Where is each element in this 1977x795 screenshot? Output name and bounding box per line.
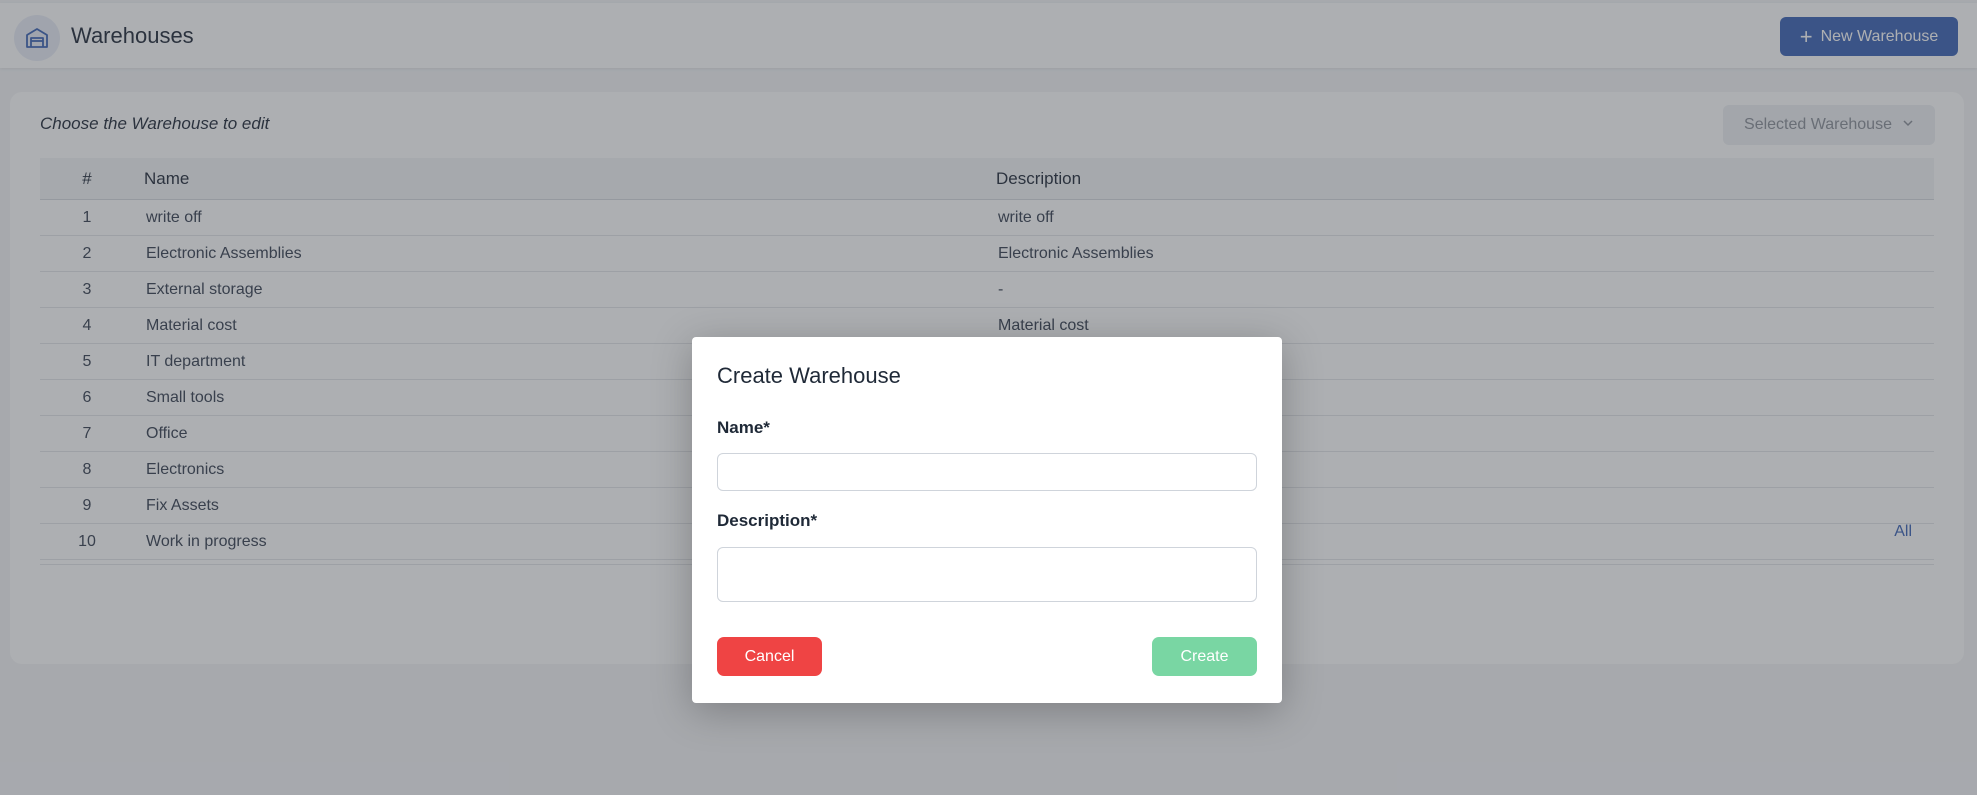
dialog-title: Create Warehouse	[717, 363, 901, 388]
description-label: Description*	[717, 511, 818, 530]
create-warehouse-dialog: Create Warehouse Name* Description* Canc…	[692, 337, 1282, 703]
create-button[interactable]: Create	[1152, 637, 1257, 676]
name-input[interactable]	[717, 453, 1257, 491]
cancel-button[interactable]: Cancel	[717, 637, 822, 676]
description-input[interactable]	[717, 547, 1257, 602]
name-label: Name*	[717, 418, 770, 437]
